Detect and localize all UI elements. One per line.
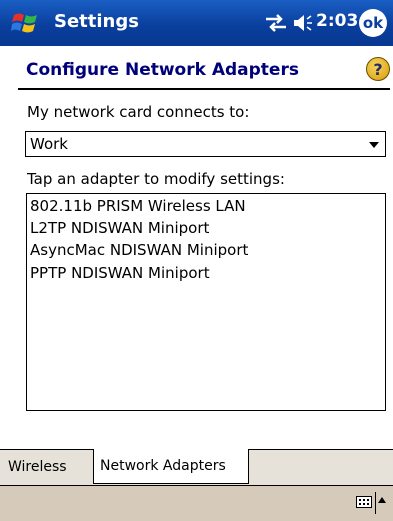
adapter-list[interactable]: 802.11b PRISM Wireless LAN L2TP NDISWAN … [26,193,386,411]
network-card-value: Work [30,135,68,153]
ok-button[interactable]: ok [359,9,387,37]
app-title: Settings [54,11,139,32]
title-bar: Settings 2:03 ok [0,0,393,46]
network-card-label: My network card connects to: [27,103,250,121]
tab-wireless-label: Wireless [8,459,67,475]
clock[interactable]: 2:03 [316,11,358,31]
adapter-item-prism-wireless[interactable]: 802.11b PRISM Wireless LAN [30,197,246,215]
volume-icon[interactable] [292,12,314,34]
windows-start-icon[interactable] [11,9,41,37]
input-panel-arrow-icon[interactable] [378,497,386,503]
keyboard-icon[interactable] [356,496,372,508]
adapter-item-asyncmac[interactable]: AsyncMac NDISWAN Miniport [30,241,248,259]
adapter-list-label: Tap an adapter to modify settings: [27,170,285,188]
command-bar [0,485,393,521]
tab-wireless[interactable]: Wireless [0,450,93,484]
network-card-dropdown[interactable]: Work [25,131,386,157]
header-divider [18,88,390,90]
adapter-item-pptp[interactable]: PPTP NDISWAN Miniport [30,264,210,282]
connectivity-icon[interactable] [263,12,289,34]
adapter-item-l2tp[interactable]: L2TP NDISWAN Miniport [30,219,209,237]
dropdown-arrow-icon[interactable] [369,142,379,148]
sip-separator [375,492,376,514]
page-title: Configure Network Adapters [26,60,299,80]
help-icon[interactable]: ? [366,57,390,81]
tab-network-adapters[interactable]: Network Adapters [93,449,249,484]
tab-network-adapters-label: Network Adapters [100,458,226,474]
